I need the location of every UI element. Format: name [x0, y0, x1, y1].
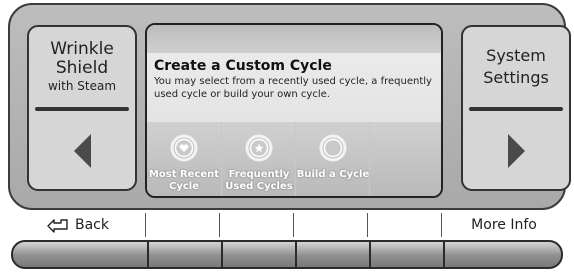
next-button[interactable]	[463, 111, 569, 189]
wrinkle-shield-label-line3: with Steam	[47, 79, 117, 93]
previous-button[interactable]	[29, 111, 135, 189]
option-label-line1: Build a Cycle	[296, 169, 370, 180]
triangle-right-icon	[507, 134, 525, 168]
most-recent-cycle-option[interactable]: Most Recent Cycle	[147, 122, 221, 196]
soft-key-3[interactable]	[223, 242, 297, 267]
system-settings-panel: System Settings	[461, 25, 571, 191]
build-a-cycle-option[interactable]: Build a Cycle	[295, 122, 370, 196]
display-screen: Create a Custom Cycle You may select fro…	[145, 23, 443, 198]
soft-key-6[interactable]	[445, 242, 561, 267]
soft-key-labels: Back More Info	[9, 213, 566, 237]
back-arrow-icon	[47, 218, 68, 233]
wrinkle-shield-button[interactable]: Wrinkle Shield with Steam	[29, 27, 135, 107]
back-label: Back	[75, 217, 109, 233]
star-cycle-icon	[245, 134, 273, 162]
screen-header-bar	[147, 25, 441, 53]
triangle-left-icon	[73, 134, 91, 168]
blank-cycle-icon	[319, 134, 347, 162]
soft-key-4[interactable]	[297, 242, 371, 267]
screen-description: You may select from a recently used cycl…	[154, 76, 432, 100]
soft-key-1[interactable]	[13, 242, 149, 267]
option-label-line1: Frequently	[228, 169, 290, 180]
option-label-line2: Cycle	[169, 181, 199, 192]
wrinkle-shield-label-line2: Shield	[55, 58, 109, 78]
soft-key-label-3	[220, 213, 294, 237]
option-label-line2: Used Cycles	[225, 181, 293, 192]
system-settings-label-line1: System	[486, 46, 546, 65]
heart-cycle-icon	[170, 134, 198, 162]
frequently-used-cycles-option[interactable]: Frequently Used Cycles	[221, 122, 296, 196]
wrinkle-shield-label-line1: Wrinkle	[50, 39, 114, 59]
back-button[interactable]: Back	[9, 213, 146, 237]
soft-key-5[interactable]	[371, 242, 445, 267]
more-info-button[interactable]: More Info	[442, 213, 566, 237]
cycle-options-row: Most Recent Cycle Frequently Used Cycles…	[147, 122, 441, 196]
soft-key-2[interactable]	[149, 242, 223, 267]
soft-key-label-2	[146, 213, 220, 237]
option-label-line1: Most Recent	[148, 169, 220, 180]
soft-key-label-4	[294, 213, 368, 237]
system-settings-button[interactable]: System Settings	[463, 27, 569, 107]
more-info-label: More Info	[471, 217, 537, 233]
soft-key-label-5	[368, 213, 442, 237]
system-settings-label-line2: Settings	[483, 68, 549, 87]
empty-option-slot	[369, 122, 441, 196]
screen-title: Create a Custom Cycle	[154, 58, 332, 74]
wrinkle-shield-panel: Wrinkle Shield with Steam	[27, 25, 137, 191]
soft-key-strip	[11, 240, 563, 269]
